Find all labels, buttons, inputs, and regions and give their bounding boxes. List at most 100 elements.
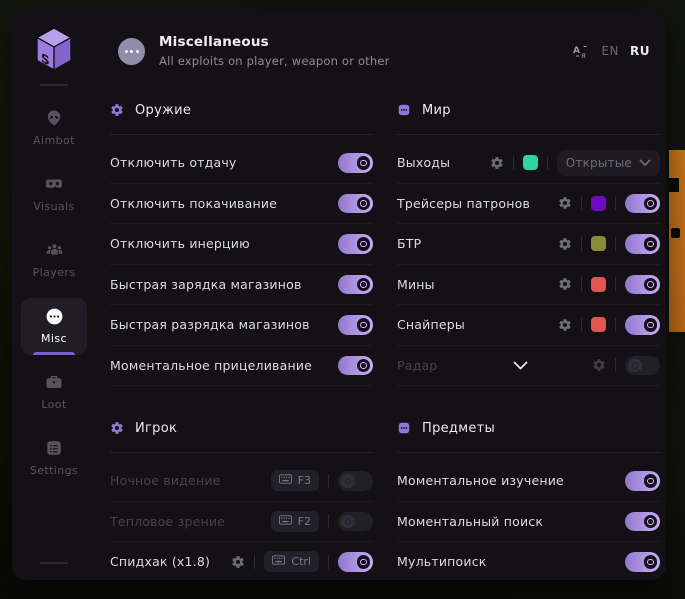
sidebar-item-misc[interactable]: Misc	[21, 298, 87, 355]
control-separator	[328, 514, 329, 528]
toggle-switch[interactable]	[625, 234, 660, 254]
color-swatch[interactable]	[591, 236, 606, 251]
color-swatch[interactable]	[591, 196, 606, 211]
row-controls	[338, 356, 373, 376]
toggle-knob	[341, 515, 355, 529]
feature-row: БТР	[397, 224, 660, 265]
section-divider	[397, 452, 660, 453]
control-separator	[615, 196, 616, 210]
color-swatch[interactable]	[591, 277, 606, 292]
control-separator	[581, 237, 582, 251]
sidebar-item-settings[interactable]: Settings	[21, 430, 87, 487]
toggle-switch[interactable]	[625, 194, 660, 214]
gear-icon[interactable]	[558, 196, 572, 210]
toggle-switch[interactable]	[338, 153, 373, 173]
toggle-switch[interactable]	[625, 356, 660, 376]
dropdown-select[interactable]: Открытые	[557, 150, 660, 176]
row-controls: Открытые	[490, 150, 660, 176]
toggle-switch[interactable]	[338, 275, 373, 295]
sidebar-item-label: Visuals	[33, 200, 74, 213]
gear-icon[interactable]	[558, 318, 572, 332]
lang-en-button[interactable]: EN	[601, 44, 619, 58]
sidebar-item-aimbot[interactable]: Aimbot	[21, 100, 87, 157]
expand-chevron-icon[interactable]	[513, 361, 528, 370]
toggle-knob	[644, 278, 658, 292]
feature-row: Мины	[397, 265, 660, 306]
row-controls	[558, 315, 660, 335]
toggle-knob	[644, 237, 658, 251]
toggle-knob	[357, 318, 371, 332]
header: Miscellaneous All exploits on player, we…	[96, 10, 666, 92]
feature-row: Мультипоиск	[397, 542, 660, 580]
toggle-knob	[357, 359, 371, 373]
row-controls	[592, 356, 660, 376]
sidebar-item-label: Misc	[41, 332, 67, 345]
toggle-switch[interactable]	[338, 194, 373, 214]
players-icon	[45, 241, 64, 259]
toggle-switch[interactable]	[625, 471, 660, 491]
sidebar-item-label: Loot	[41, 398, 66, 411]
sidebar: S G AimbotVisualsPlayersMiscLootSettings	[12, 10, 96, 580]
control-separator	[513, 156, 514, 170]
section-title: Оружие	[135, 103, 191, 118]
svg-text:я: я	[581, 51, 586, 59]
section-header: Мир	[397, 100, 660, 120]
sign-mark	[671, 228, 680, 238]
gear-icon[interactable]	[558, 237, 572, 251]
toggle-knob	[644, 515, 658, 529]
row-controls: F2	[271, 511, 373, 532]
section-divider	[110, 452, 373, 453]
sidebar-item-visuals[interactable]: Visuals	[21, 166, 87, 223]
gear-icon[interactable]	[558, 277, 572, 291]
feature-label: Мины	[397, 277, 435, 292]
lang-ru-button[interactable]: RU	[630, 44, 650, 58]
keyboard-icon	[272, 555, 285, 568]
dropdown-value: Открытые	[566, 156, 632, 170]
row-controls	[338, 234, 373, 254]
toggle-switch[interactable]	[338, 512, 373, 532]
control-separator	[615, 318, 616, 332]
toggle-switch[interactable]	[338, 234, 373, 254]
feature-label: Отключить инерцию	[110, 236, 250, 251]
feature-label: Быстрая зарядка магазинов	[110, 277, 302, 292]
section-rows: Отключить отдачуОтключить покачиваниеОтк…	[110, 143, 373, 386]
feature-row: Моментальное прицеливание	[110, 346, 373, 387]
hotkey-badge[interactable]: Ctrl	[264, 551, 319, 572]
toggle-switch[interactable]	[338, 356, 373, 376]
section-divider	[397, 134, 660, 135]
hotkey-badge[interactable]: F2	[271, 511, 319, 532]
feature-label: Отключить покачивание	[110, 196, 277, 211]
feature-label: Спидхак (x1.8)	[110, 554, 210, 569]
section-rows: Ночное видениеF3Тепловое зрениеF2Спидхак…	[110, 461, 373, 580]
hotkey-label: F3	[298, 474, 311, 487]
control-separator	[615, 358, 616, 372]
toggle-switch[interactable]	[625, 512, 660, 532]
feature-row: Радар	[397, 346, 660, 387]
gear-icon[interactable]	[592, 358, 606, 372]
toggle-switch[interactable]	[625, 552, 660, 572]
sidebar-item-players[interactable]: Players	[21, 232, 87, 289]
hotkey-label: F2	[298, 515, 311, 528]
section-header: Предметы	[397, 418, 660, 438]
color-swatch[interactable]	[523, 155, 538, 170]
row-controls	[338, 275, 373, 295]
misc-ellipsis-icon	[118, 38, 145, 65]
color-swatch[interactable]	[591, 317, 606, 332]
feature-row: Моментальное изучение	[397, 461, 660, 502]
gear-icon[interactable]	[490, 156, 504, 170]
toggle-switch[interactable]	[338, 471, 373, 491]
background-sign	[669, 150, 685, 332]
hotkey-badge[interactable]: F3	[271, 470, 319, 491]
toggle-switch[interactable]	[625, 315, 660, 335]
sidebar-item-loot[interactable]: Loot	[21, 364, 87, 421]
toggle-knob	[644, 474, 658, 488]
toggle-switch[interactable]	[625, 275, 660, 295]
feature-label: Тепловое зрение	[110, 514, 225, 529]
gear-icon[interactable]	[231, 555, 245, 569]
hotkey-label: Ctrl	[291, 555, 311, 568]
feature-row: Отключить покачивание	[110, 184, 373, 225]
toggle-switch[interactable]	[338, 315, 373, 335]
section-header: Оружие	[110, 100, 373, 120]
toggle-switch[interactable]	[338, 552, 373, 572]
gear-icon	[110, 421, 124, 435]
